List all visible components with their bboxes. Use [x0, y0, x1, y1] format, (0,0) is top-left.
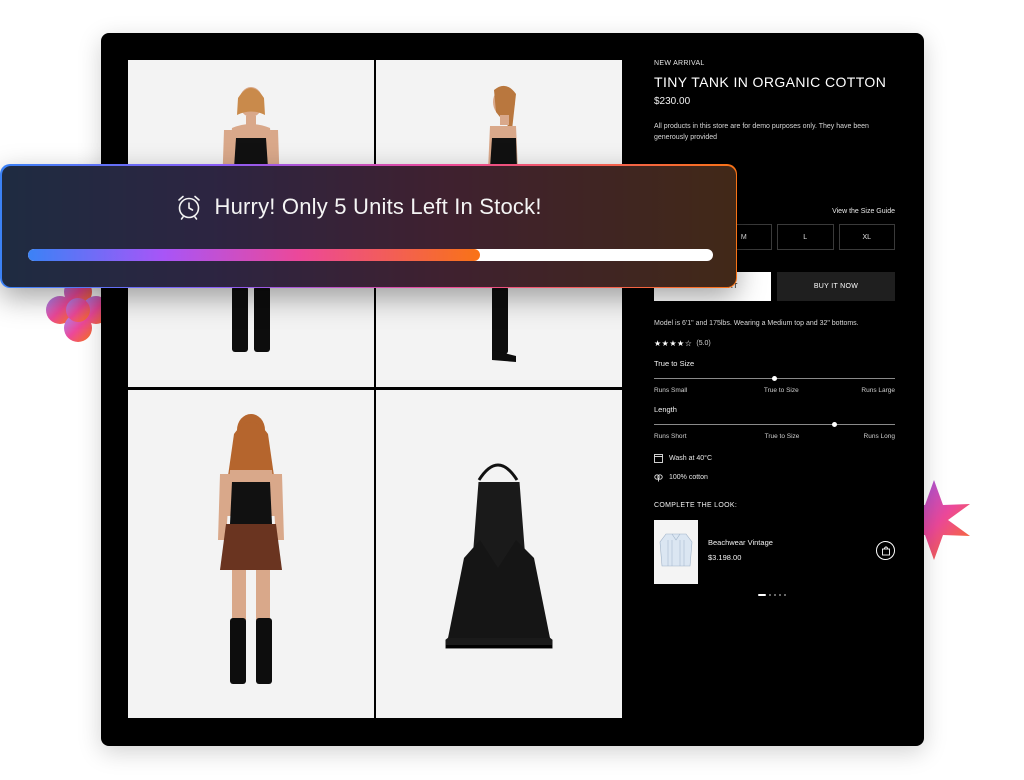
- product-page-frame: NEW ARRIVAL TINY TANK IN ORGANIC COTTON …: [101, 33, 924, 746]
- product-price: $230.00: [654, 96, 691, 107]
- product-rating: ★★★★☆ (5.0): [654, 339, 895, 348]
- fit-label-max: Runs Large: [861, 387, 895, 394]
- complete-look-title: COMPLETE THE LOOK:: [654, 502, 738, 509]
- product-disclaimer: All products in this store are for demo …: [654, 123, 869, 141]
- size-option-l[interactable]: L: [777, 224, 834, 250]
- product-eyebrow: NEW ARRIVAL: [654, 60, 705, 67]
- look-item-image[interactable]: [654, 520, 698, 584]
- carousel-dot[interactable]: [773, 594, 776, 596]
- low-stock-message-row: Hurry! Only 5 Units Left In Stock!: [175, 193, 542, 221]
- product-title: TINY TANK IN ORGANIC COTTON: [654, 74, 887, 90]
- size-guide-link[interactable]: View the Size Guide: [832, 208, 895, 215]
- look-item-price: $3.198.00: [708, 553, 742, 562]
- stock-progress-bar: [27, 248, 713, 261]
- fit-label-min: Runs Short: [654, 433, 687, 440]
- stock-progress-fill: [27, 248, 480, 261]
- care-item-wash: Wash at 40°C: [654, 454, 895, 463]
- complete-look-item[interactable]: Beachwear Vintage $3.198.00: [654, 520, 895, 584]
- fit-label-max: Runs Long: [863, 433, 895, 440]
- carousel-dot[interactable]: [778, 594, 781, 596]
- alarm-clock-icon: [175, 193, 203, 221]
- fit-title-size: True to Size: [654, 359, 695, 368]
- fit-label-mid: True to Size: [763, 387, 799, 394]
- care-item-material: 100% cotton: [654, 473, 895, 482]
- fit-slider-knob: [832, 422, 838, 427]
- fit-slider-knob: [772, 376, 777, 381]
- model-note: Model is 6'1" and 175lbs. Wearing a Medi…: [654, 320, 859, 327]
- care-label: Wash at 40°C: [669, 455, 713, 462]
- carousel-dot[interactable]: [783, 594, 786, 596]
- gallery-image-model-back[interactable]: [128, 390, 374, 718]
- low-stock-alert-body: Hurry! Only 5 Units Left In Stock!: [1, 165, 736, 287]
- carousel-dot[interactable]: [757, 594, 766, 596]
- product-details-panel: NEW ARRIVAL TINY TANK IN ORGANIC COTTON …: [654, 60, 895, 596]
- look-item-info: Beachwear Vintage $3.198.00: [708, 520, 773, 584]
- wash-icon: [654, 454, 663, 463]
- low-stock-alert: Hurry! Only 5 Units Left In Stock!: [0, 164, 737, 288]
- product-gallery: [128, 60, 622, 718]
- fit-slider-length: [654, 422, 895, 427]
- fit-label-mid: True to Size: [764, 433, 800, 440]
- care-label: 100% cotton: [669, 474, 708, 481]
- add-to-bag-icon[interactable]: [876, 541, 895, 560]
- fit-labels-length: Runs Short True to Size Runs Long: [654, 433, 895, 440]
- fit-label-min: Runs Small: [654, 387, 688, 394]
- rating-stars-icon: ★★★★☆: [654, 339, 693, 348]
- low-stock-message: Hurry! Only 5 Units Left In Stock!: [214, 193, 542, 219]
- size-option-xl[interactable]: XL: [838, 224, 895, 250]
- carousel-dot[interactable]: [768, 594, 771, 596]
- fit-labels-size: Runs Small True to Size Runs Large: [654, 387, 895, 394]
- cotton-icon: [654, 473, 663, 482]
- fit-title-length: Length: [654, 405, 677, 414]
- fit-slider-size: [654, 376, 895, 381]
- buy-now-button[interactable]: BUY IT NOW: [777, 272, 895, 301]
- look-item-name[interactable]: Beachwear Vintage: [708, 538, 773, 547]
- rating-score: (5.0): [696, 340, 711, 347]
- gallery-image-product-tank[interactable]: [376, 390, 622, 718]
- carousel-dots: [654, 594, 895, 596]
